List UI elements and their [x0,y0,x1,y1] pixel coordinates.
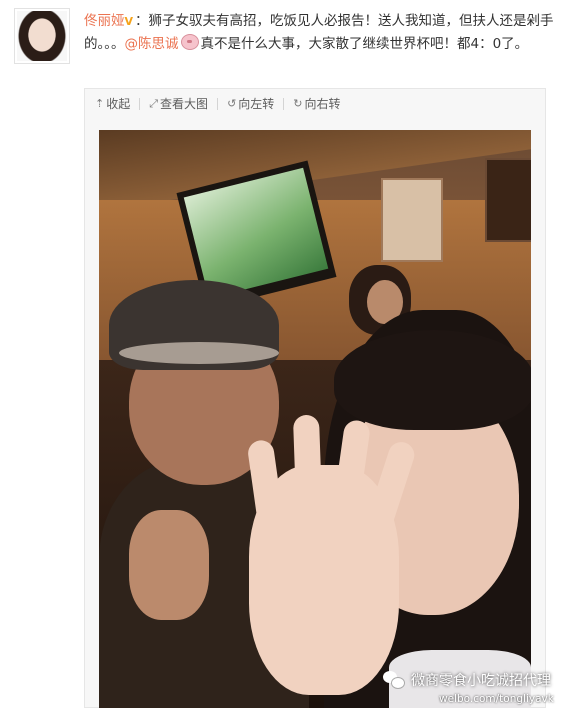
post-text: 佟丽娅V ：狮子女驭夫有高招，吃饭见人必报告！送人我知道，但扶人还是剁手的。。。@… [84,10,554,55]
wechat-icon [383,671,405,689]
photo-woman-finger [292,414,324,536]
mention-link[interactable]: @陈思诚 [125,36,179,52]
pig-emoji-icon [180,34,199,50]
view-large-icon: ⤢ [149,96,159,110]
view-large-button[interactable]: ⤢ 查看大图 [149,95,208,112]
post-photo[interactable] [99,130,531,708]
avatar-image [17,11,67,61]
toolbar-divider [217,97,219,110]
rotate-right-button[interactable]: ↻ 向右转 [293,95,340,112]
collapse-label: 收起 [106,97,131,111]
vip-icon: V [124,15,134,28]
post-text-part2: 真不是什么大事，大家散了继续世界杯吧！都4：0了。 [200,36,529,52]
watermark-text: 微商零食小吃诚招代理 [411,673,551,689]
collapse-button[interactable]: ⇡ 收起 [95,95,130,112]
toolbar-divider [283,97,285,110]
photo-tv-screen [183,167,329,299]
media-toolbar: ⇡ 收起 ⤢ 查看大图 ↺ 向左转 ↻ 向右转 [84,88,546,118]
photo-poster [381,178,443,262]
view-large-label: 查看大图 [160,97,209,111]
photo-woman-bangs [334,330,531,430]
photo-man-cap-brim [119,342,279,364]
toolbar-divider [139,97,141,110]
watermark: 微商零食小吃诚招代理 [383,670,551,690]
rotate-right-label: 向右转 [304,97,341,111]
username-link[interactable]: 佟丽娅 [84,13,125,29]
rotate-left-icon: ↺ [227,97,237,110]
photo-man-hand [129,510,209,620]
photo-frame [485,158,531,242]
avatar[interactable] [14,8,70,64]
rotate-right-icon: ↻ [293,97,303,110]
watermark-url: welbo.com/tongliyavk [439,693,554,705]
rotate-left-label: 向左转 [238,97,275,111]
rotate-left-button[interactable]: ↺ 向左转 [227,95,274,112]
collapse-arrow-icon: ⇡ [95,97,105,110]
